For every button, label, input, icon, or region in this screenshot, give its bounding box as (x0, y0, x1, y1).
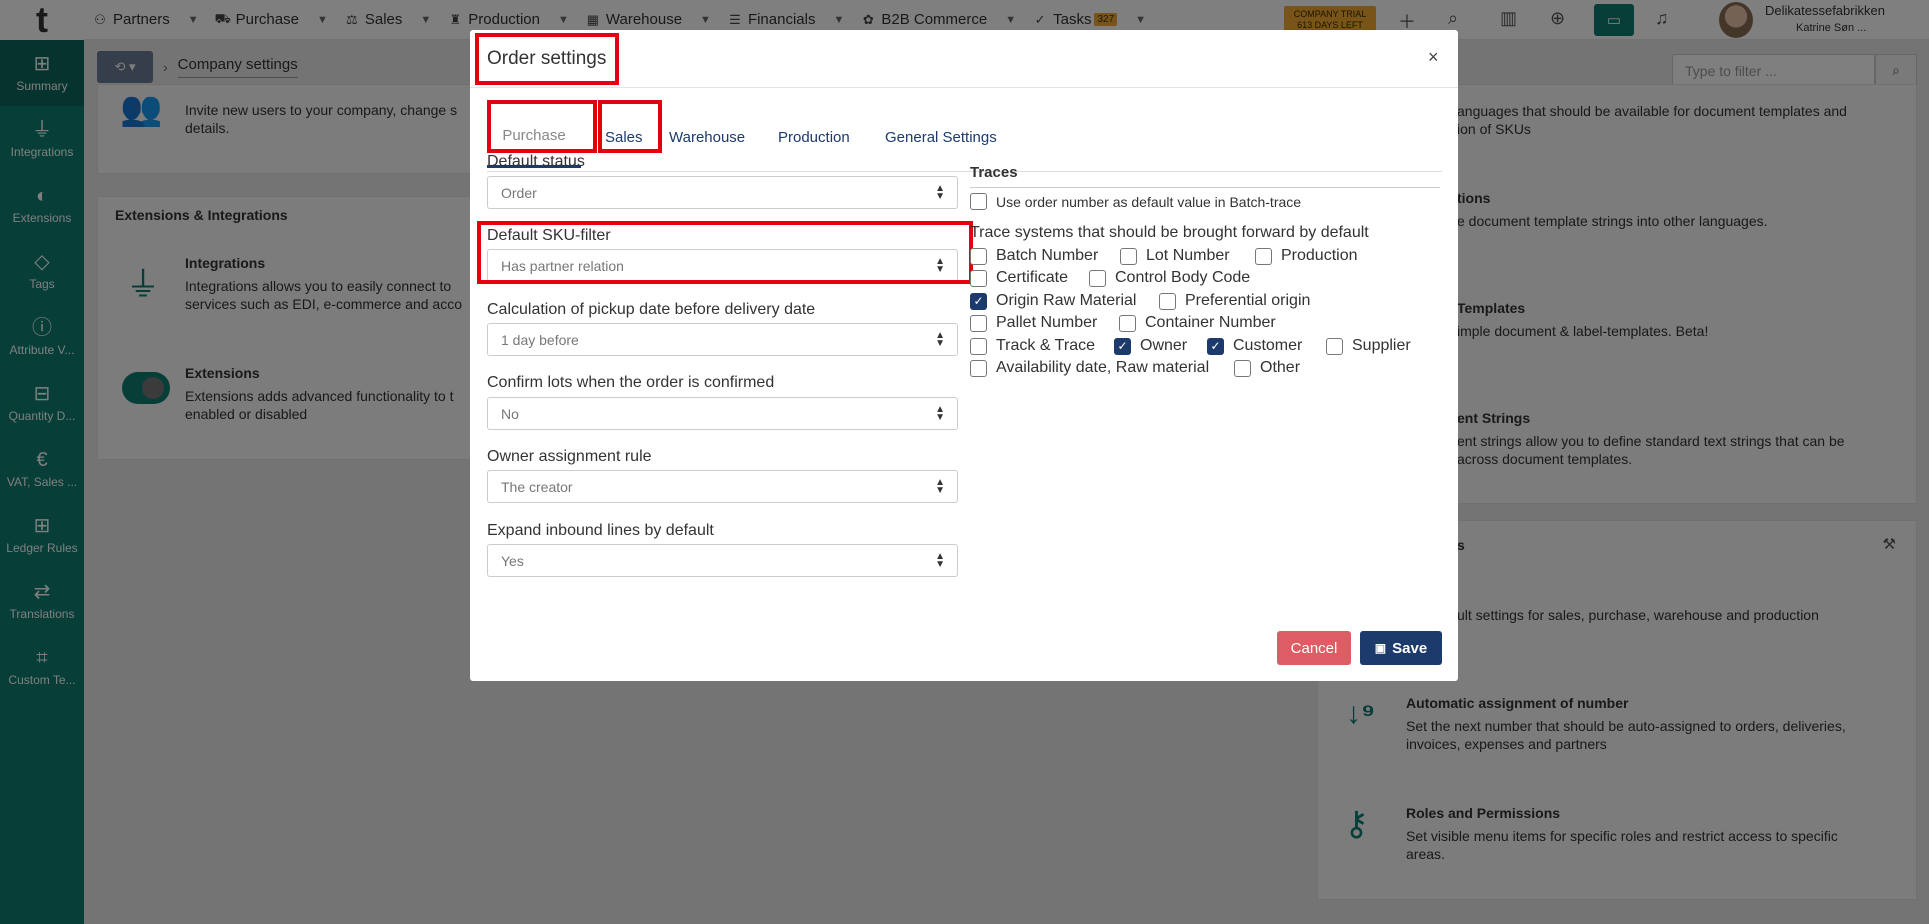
sort-arrows-icon: ▲ ▼ (935, 183, 945, 202)
checkbox[interactable] (970, 193, 987, 210)
checkbox-label: Availability date, Raw material (996, 359, 1210, 376)
checkbox-label: Certificate (996, 269, 1069, 286)
trace-availability-date[interactable]: Availability date, Raw material (970, 359, 1209, 377)
trace-heading: Trace systems that should be brought for… (970, 224, 1369, 241)
modal-header: Order settings × (470, 30, 1458, 88)
expand-inbound-select[interactable]: Yes ▲ ▼ (487, 544, 958, 577)
sort-arrows-icon: ▲ ▼ (935, 256, 945, 275)
select-value: Order (501, 185, 537, 201)
checkbox-label: Origin Raw Material (996, 292, 1137, 309)
checkbox[interactable] (1255, 247, 1272, 265)
checkbox[interactable] (1120, 247, 1137, 265)
checkbox-label: Container Number (1145, 314, 1276, 331)
trace-preferential-origin[interactable]: Preferential origin (1159, 292, 1310, 310)
trace-supplier[interactable]: Supplier (1326, 337, 1411, 355)
order-settings-modal: Order settings × Purchase Sales Warehous… (470, 30, 1458, 681)
trace-track-and-trace[interactable]: Track & Trace (970, 337, 1095, 355)
checkbox-label: Supplier (1352, 337, 1411, 354)
checkbox-label: Production (1281, 247, 1358, 264)
checkbox-label: Pallet Number (996, 314, 1098, 331)
checkbox[interactable] (970, 359, 987, 377)
checkbox-label: Other (1260, 359, 1301, 376)
confirm-lots-label: Confirm lots when the order is confirmed (487, 374, 775, 391)
checkbox[interactable] (1119, 314, 1136, 332)
save-label: Save (1392, 639, 1428, 657)
traces-title: Traces (970, 164, 1018, 181)
checkbox-label: Use order number as default value in Bat… (996, 193, 1302, 210)
sort-arrows-icon: ▲ ▼ (935, 330, 945, 349)
default-status-label: Default status (487, 153, 585, 170)
trace-pallet-number[interactable]: Pallet Number (970, 314, 1097, 332)
trace-certificate[interactable]: Certificate (970, 269, 1068, 287)
sort-arrows-icon: ▲ ▼ (935, 551, 945, 570)
select-value: Has partner relation (501, 258, 624, 274)
select-value: The creator (501, 479, 573, 495)
checkbox[interactable] (1159, 292, 1176, 310)
default-sku-filter-select[interactable]: Has partner relation ▲ ▼ (487, 249, 958, 282)
trace-container-number[interactable]: Container Number (1119, 314, 1276, 332)
default-status-select[interactable]: Order ▲ ▼ (487, 176, 958, 209)
select-value: No (501, 406, 519, 422)
sort-arrows-icon: ▲ ▼ (935, 477, 945, 496)
divider (970, 187, 1440, 188)
use-order-number-checkbox[interactable]: Use order number as default value in Bat… (970, 193, 1301, 210)
select-value: 1 day before (501, 332, 579, 348)
pickup-date-label: Calculation of pickup date before delive… (487, 301, 816, 318)
floppy-disk-icon: ▣ (1374, 641, 1387, 655)
checkbox[interactable] (970, 269, 987, 287)
tab-sales[interactable]: Sales (589, 106, 659, 168)
checkbox[interactable] (970, 314, 987, 332)
owner-assignment-select[interactable]: The creator ▲ ▼ (487, 470, 958, 503)
trace-origin-raw-material[interactable]: ✓ Origin Raw Material (970, 292, 1136, 310)
checkbox-checked[interactable]: ✓ (1207, 337, 1224, 355)
cancel-button[interactable]: Cancel (1277, 631, 1351, 665)
select-value: Yes (501, 553, 524, 569)
checkbox[interactable] (1234, 359, 1251, 377)
trace-control-body-code[interactable]: Control Body Code (1089, 269, 1250, 287)
modal-title: Order settings (487, 48, 607, 69)
checkbox[interactable] (970, 337, 987, 355)
checkbox-checked[interactable]: ✓ (970, 292, 987, 310)
confirm-lots-select[interactable]: No ▲ ▼ (487, 397, 958, 430)
owner-assignment-label: Owner assignment rule (487, 448, 652, 465)
checkbox-label: Owner (1140, 337, 1188, 354)
trace-customer[interactable]: ✓ Customer (1207, 337, 1302, 355)
trace-production[interactable]: Production (1255, 247, 1358, 265)
checkbox[interactable] (1326, 337, 1343, 355)
checkbox-label: Track & Trace (996, 337, 1095, 354)
trace-batch-number[interactable]: Batch Number (970, 247, 1098, 265)
trace-other[interactable]: Other (1234, 359, 1300, 377)
default-sku-filter-label: Default SKU-filter (487, 227, 611, 244)
tab-general-settings[interactable]: General Settings (869, 106, 1013, 168)
trace-owner[interactable]: ✓ Owner (1114, 337, 1187, 355)
checkbox[interactable] (970, 247, 987, 265)
checkbox-label: Control Body Code (1115, 269, 1251, 286)
pickup-date-select[interactable]: 1 day before ▲ ▼ (487, 323, 958, 356)
checkbox-checked[interactable]: ✓ (1114, 337, 1131, 355)
save-button[interactable]: ▣ Save (1360, 631, 1442, 665)
checkbox-label: Preferential origin (1185, 292, 1311, 309)
tab-bar: Purchase Sales Warehouse Production Gene… (487, 106, 1442, 172)
tab-warehouse[interactable]: Warehouse (653, 106, 761, 168)
checkbox-label: Customer (1233, 337, 1303, 354)
trace-lot-number[interactable]: Lot Number (1120, 247, 1230, 265)
close-icon[interactable]: × (1428, 47, 1439, 68)
sort-arrows-icon: ▲ ▼ (935, 404, 945, 423)
expand-inbound-label: Expand inbound lines by default (487, 522, 714, 539)
checkbox-label: Batch Number (996, 247, 1099, 264)
checkbox[interactable] (1089, 269, 1106, 287)
checkbox-label: Lot Number (1146, 247, 1230, 264)
tab-production[interactable]: Production (762, 106, 866, 168)
